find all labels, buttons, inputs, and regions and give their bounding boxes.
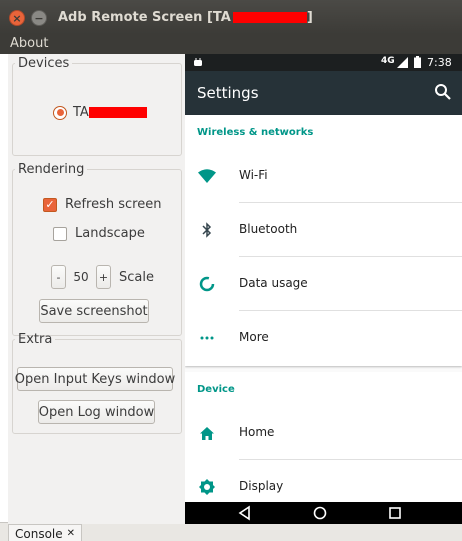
bluetooth-icon [197, 220, 217, 240]
minimize-window-button[interactable]: − [31, 10, 47, 26]
status-time: 7:38 [427, 56, 452, 69]
background-console-bar: Console ✕ [0, 522, 462, 541]
device-header: Device [197, 384, 235, 395]
save-screenshot-button[interactable]: Save screenshot [39, 299, 149, 323]
landscape-checkbox[interactable] [53, 226, 67, 241]
android-status-bar: 4G 7:38 [185, 54, 462, 71]
home-icon [197, 423, 217, 443]
refresh-screen-checkbox[interactable]: ✓ [43, 197, 57, 212]
device-name-redaction [88, 107, 147, 118]
window-title-close-bracket: ] [306, 10, 313, 25]
console-close-icon[interactable]: ✕ [67, 528, 75, 539]
display-brightness-icon [197, 477, 217, 497]
home-nav-icon[interactable] [312, 505, 328, 521]
battery-icon [414, 56, 421, 68]
settings-item-wifi[interactable]: Wi-Fi [185, 149, 462, 203]
devices-group: Devices TA [12, 56, 182, 156]
scale-value: 50 [73, 270, 89, 284]
window-title-text: Adb Remote Screen [TA [58, 10, 231, 25]
back-icon[interactable] [237, 505, 253, 521]
bluetooth-label: Bluetooth [239, 222, 298, 236]
home-label: Home [239, 425, 275, 439]
data-usage-icon [197, 274, 217, 294]
wireless-networks-header: Wireless & networks [197, 127, 314, 138]
device-option[interactable]: TA [53, 105, 147, 120]
radio-selected-dot [56, 109, 64, 116]
open-input-keys-button[interactable]: Open Input Keys window [15, 367, 175, 391]
window-content: Devices TA Rendering ✓ Refresh screen La… [8, 54, 462, 524]
background-editor-strip [0, 34, 8, 524]
wireless-networks-section: Wireless & networks Wi-Fi Bluetooth Data… [185, 115, 462, 366]
rendering-group: Rendering ✓ Refresh screen Landscape - 5… [12, 162, 182, 336]
settings-title: Settings [197, 84, 259, 102]
settings-item-bluetooth[interactable]: Bluetooth [185, 203, 462, 257]
devices-legend: Devices [18, 56, 70, 71]
data-usage-label: Data usage [239, 276, 308, 290]
settings-app-bar: Settings [185, 71, 462, 115]
settings-item-home[interactable]: Home [185, 406, 462, 460]
menubar: About [0, 34, 462, 54]
display-label: Display [239, 479, 284, 493]
search-icon[interactable] [434, 83, 452, 101]
refresh-screen-label: Refresh screen [65, 197, 162, 212]
landscape-option[interactable]: Landscape [53, 226, 145, 241]
device-screen-mirror[interactable]: 4G 7:38 Settings Wireless & networks Wi-… [185, 54, 462, 524]
console-tab-label: Console [15, 526, 63, 541]
device-radio[interactable] [53, 105, 67, 120]
title-redaction [232, 12, 307, 23]
scale-label: Scale [119, 269, 154, 285]
close-window-button[interactable]: × [9, 10, 25, 26]
more-label: More [239, 330, 269, 344]
extra-legend: Extra [18, 332, 53, 347]
settings-item-data-usage[interactable]: Data usage [185, 257, 462, 311]
landscape-label: Landscape [75, 226, 145, 241]
window-title: Adb Remote Screen [TA ] [58, 10, 313, 25]
signal-icon [397, 57, 408, 68]
device-section: Device Home Display [185, 372, 462, 502]
android-notification-icon [194, 58, 202, 66]
scale-increase-button[interactable]: + [96, 265, 111, 289]
device-name: TA [73, 105, 89, 120]
recents-icon[interactable] [387, 505, 403, 521]
console-tab[interactable]: Console ✕ [8, 524, 83, 541]
scale-decrease-button[interactable]: - [51, 265, 66, 289]
window-titlebar[interactable]: × − Adb Remote Screen [TA ] [0, 0, 462, 34]
scale-control: - 50 + Scale [51, 265, 154, 289]
android-nav-bar [185, 502, 462, 524]
more-dots-icon [197, 328, 217, 348]
settings-item-more[interactable]: More [185, 311, 462, 365]
rendering-legend: Rendering [18, 162, 85, 177]
open-log-button[interactable]: Open Log window [38, 400, 155, 424]
extra-group: Extra Open Input Keys window Open Log wi… [12, 332, 182, 434]
control-panel: Devices TA Rendering ✓ Refresh screen La… [8, 54, 186, 504]
wifi-icon [197, 166, 217, 186]
refresh-screen-option[interactable]: ✓ Refresh screen [43, 197, 161, 212]
wifi-label: Wi-Fi [239, 168, 268, 182]
menu-about[interactable]: About [10, 36, 48, 51]
network-type: 4G [381, 56, 395, 66]
